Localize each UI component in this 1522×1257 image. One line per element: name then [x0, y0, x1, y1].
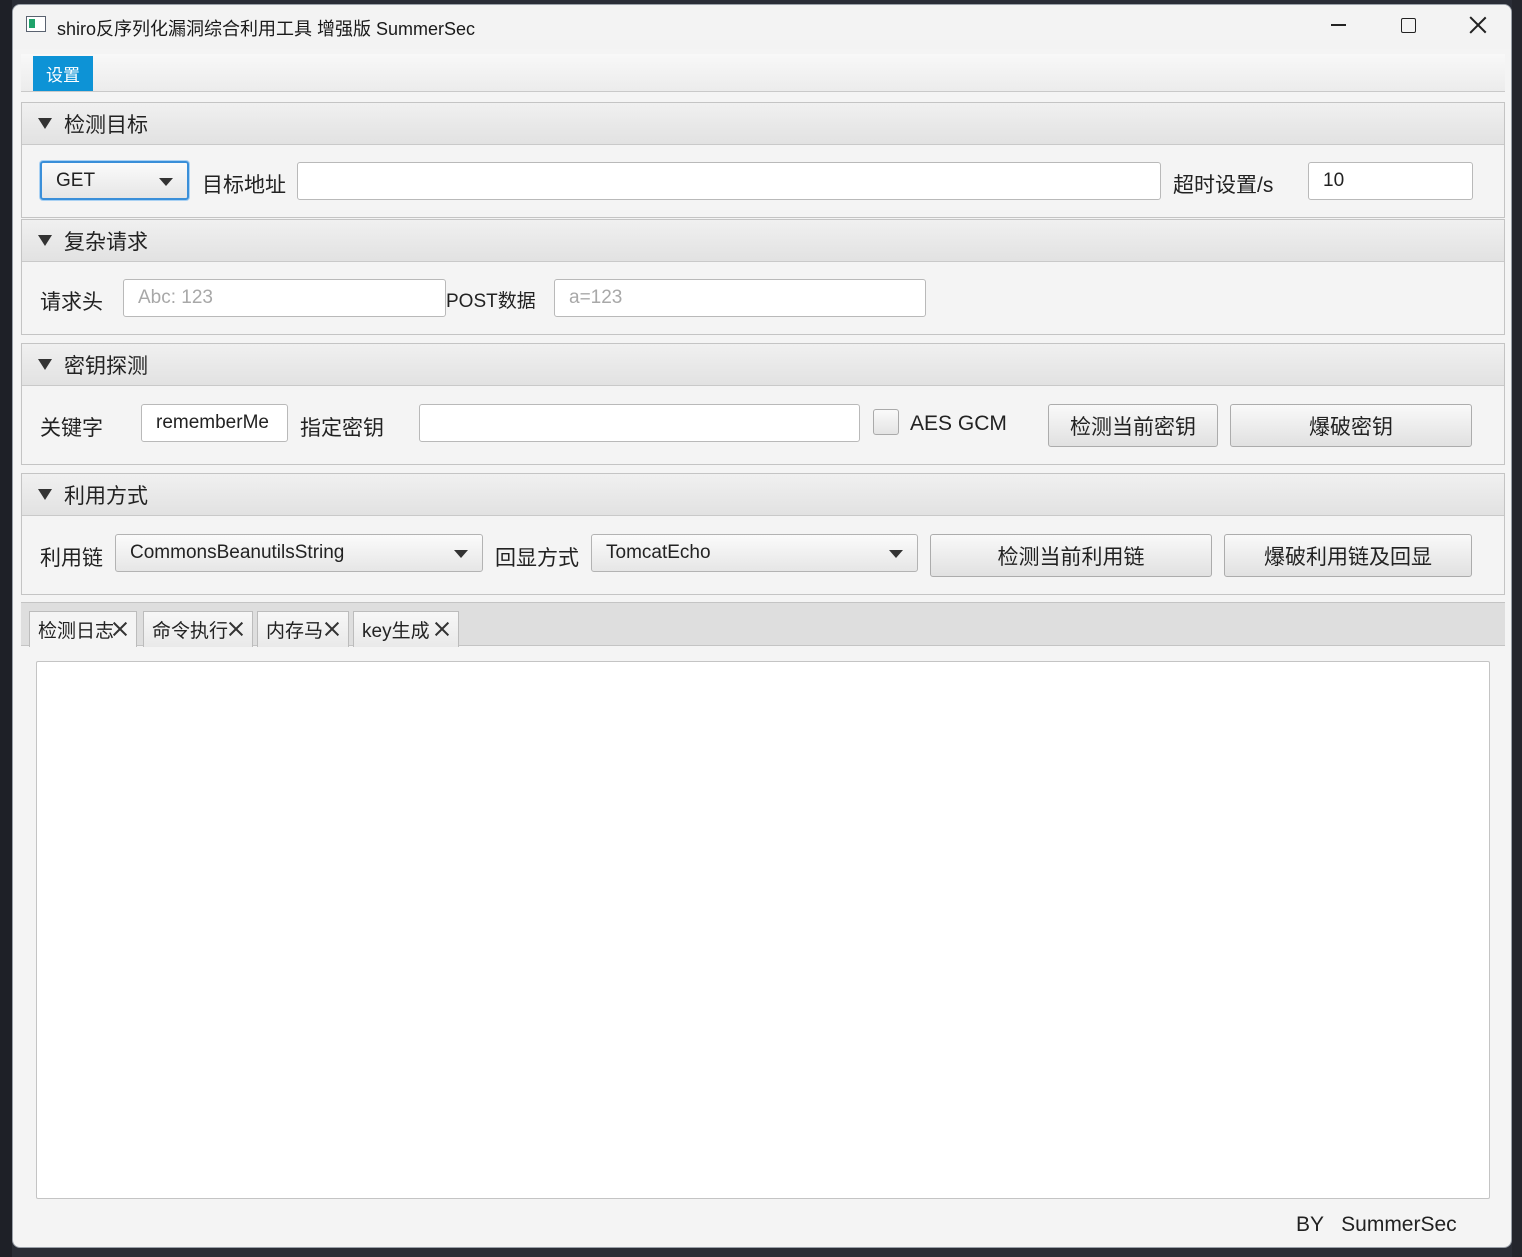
panel-detect-target-header[interactable]: 检测目标	[22, 103, 1504, 145]
close-tab-icon[interactable]	[228, 620, 244, 638]
keyword-input[interactable]	[141, 404, 288, 442]
close-icon	[1469, 16, 1487, 34]
tab-memory-shell[interactable]: 内存马	[257, 611, 349, 647]
collapse-triangle-icon	[38, 235, 52, 246]
close-tab-icon[interactable]	[324, 620, 340, 638]
panel-title: 密钥探测	[64, 354, 148, 378]
url-input[interactable]	[297, 162, 1161, 200]
timeout-label: 超时设置/s	[1173, 174, 1274, 197]
panel-key-detect-header[interactable]: 密钥探测	[22, 344, 1504, 386]
chain-select[interactable]: CommonsBeanutilsString	[115, 534, 483, 572]
panel-title: 利用方式	[64, 484, 148, 508]
check-chain-button[interactable]: 检测当前利用链	[930, 534, 1212, 577]
tab-detect-log[interactable]: 检测日志	[29, 611, 137, 647]
minimize-icon	[1330, 24, 1346, 26]
maximize-button[interactable]	[1373, 5, 1443, 45]
app-icon	[26, 16, 46, 32]
url-label: 目标地址	[202, 174, 286, 197]
window-title: shiro反序列化漏洞综合利用工具 增强版 SummerSec	[57, 19, 476, 39]
desktop-background-left	[0, 0, 12, 1257]
log-textarea[interactable]	[36, 661, 1490, 1199]
close-button[interactable]	[1443, 5, 1511, 45]
tab-label: 检测日志	[38, 621, 115, 642]
desktop-background-right	[1512, 0, 1522, 1257]
header-input[interactable]	[123, 279, 446, 317]
post-input[interactable]	[554, 279, 926, 317]
menu-bar: 设置	[21, 54, 1505, 92]
panel-title: 复杂请求	[64, 230, 148, 254]
check-key-button[interactable]: 检测当前密钥	[1048, 404, 1218, 447]
collapse-triangle-icon	[38, 118, 52, 129]
collapse-triangle-icon	[38, 489, 52, 500]
aes-gcm-label: AES GCM	[910, 412, 1007, 435]
panel-complex-request: 复杂请求 请求头 POST数据	[21, 219, 1505, 335]
collapse-triangle-icon	[38, 359, 52, 370]
title-bar[interactable]: shiro反序列化漏洞综合利用工具 增强版 SummerSec	[13, 5, 1511, 49]
specify-key-input[interactable]	[419, 404, 860, 442]
chevron-down-icon	[889, 550, 903, 558]
echo-select[interactable]: TomcatEcho	[591, 534, 918, 572]
tab-bar: 检测日志 命令执行 内存马 key生成	[21, 602, 1505, 647]
keyword-label: 关键字	[40, 417, 103, 440]
close-tab-icon[interactable]	[434, 620, 450, 638]
chevron-down-icon	[159, 177, 173, 186]
chain-value: CommonsBeanutilsString	[130, 542, 345, 563]
maximize-icon	[1400, 17, 1416, 33]
panel-exploit: 利用方式 利用链 CommonsBeanutilsString 回显方式 Tom…	[21, 473, 1505, 595]
tab-command-exec[interactable]: 命令执行	[143, 611, 253, 647]
menu-settings[interactable]: 设置	[33, 56, 93, 91]
timeout-input[interactable]	[1308, 162, 1473, 200]
echo-value: TomcatEcho	[606, 542, 711, 563]
specify-key-label: 指定密钥	[300, 417, 384, 440]
close-tab-icon[interactable]	[112, 620, 128, 638]
tab-label: 内存马	[266, 621, 324, 642]
header-label: 请求头	[40, 291, 103, 314]
aes-gcm-checkbox[interactable]	[873, 409, 899, 435]
app-window: shiro反序列化漏洞综合利用工具 增强版 SummerSec 设置 检测目标 …	[12, 4, 1512, 1248]
echo-label: 回显方式	[495, 547, 579, 570]
chain-label: 利用链	[40, 547, 103, 570]
footer-credit: BY SummerSec	[1296, 1213, 1457, 1236]
post-label: POST数据	[446, 291, 536, 312]
panel-title: 检测目标	[64, 113, 148, 137]
brute-key-button[interactable]: 爆破密钥	[1230, 404, 1472, 447]
tab-label: 命令执行	[152, 621, 229, 642]
brute-chain-button[interactable]: 爆破利用链及回显	[1224, 534, 1472, 577]
tab-key-gen[interactable]: key生成	[353, 611, 459, 647]
panel-detect-target: 检测目标 GET 目标地址 超时设置/s	[21, 102, 1505, 218]
panel-exploit-header[interactable]: 利用方式	[22, 474, 1504, 516]
minimize-button[interactable]	[1303, 5, 1373, 45]
method-select[interactable]: GET	[40, 161, 189, 200]
panel-complex-request-header[interactable]: 复杂请求	[22, 220, 1504, 262]
chevron-down-icon	[454, 550, 468, 558]
tab-label: key生成	[362, 621, 430, 642]
panel-key-detect: 密钥探测 关键字 指定密钥 AES GCM 检测当前密钥 爆破密钥	[21, 343, 1505, 465]
method-value: GET	[56, 169, 96, 191]
